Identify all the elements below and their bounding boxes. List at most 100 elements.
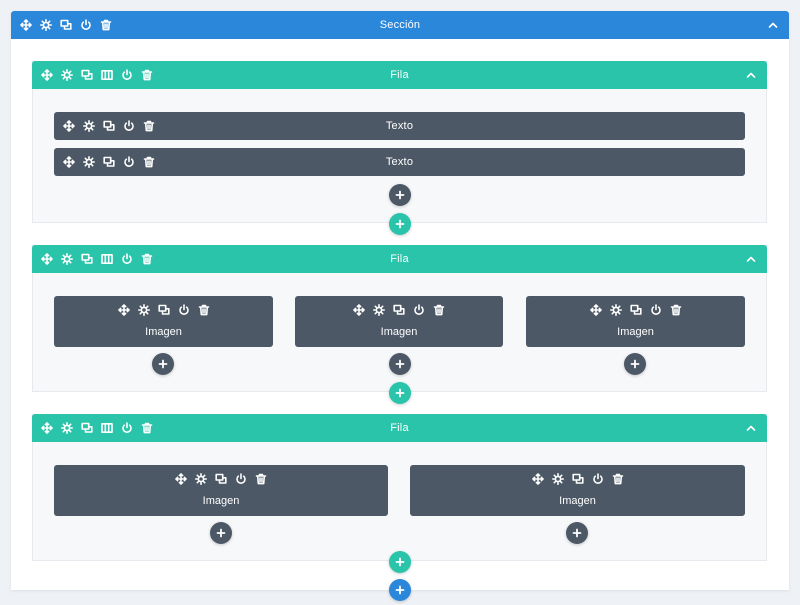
chevron-up-icon[interactable] — [745, 422, 757, 434]
row-toolbar — [41, 61, 153, 89]
module-label: Imagen — [559, 495, 596, 507]
settings-icon[interactable] — [195, 473, 207, 485]
move-icon[interactable] — [118, 304, 130, 316]
columns-icon[interactable] — [101, 69, 113, 81]
duplicate-icon[interactable] — [81, 69, 93, 81]
duplicate-icon[interactable] — [81, 253, 93, 265]
chevron-up-icon[interactable] — [745, 69, 757, 81]
trash-icon[interactable] — [141, 69, 153, 81]
section-container: Sección Fila Texto Texto Fila Imagen Ima… — [11, 11, 789, 601]
add-module-button[interactable] — [566, 522, 588, 544]
module-label: Imagen — [202, 495, 240, 507]
move-icon[interactable] — [41, 422, 53, 434]
row-header[interactable]: Fila — [32, 414, 767, 442]
add-module-button[interactable] — [389, 184, 411, 206]
move-icon[interactable] — [353, 304, 365, 316]
image-module[interactable]: Imagen — [54, 465, 388, 516]
add-module-button[interactable] — [624, 353, 646, 375]
image-module[interactable]: Imagen — [54, 296, 273, 347]
trash-icon[interactable] — [198, 304, 210, 316]
plus-icon — [395, 190, 405, 200]
settings-icon[interactable] — [61, 253, 73, 265]
settings-icon[interactable] — [83, 120, 95, 132]
trash-icon[interactable] — [670, 304, 682, 316]
module-label: Texto — [385, 120, 414, 132]
power-icon[interactable] — [121, 69, 133, 81]
move-icon[interactable] — [41, 69, 53, 81]
settings-icon[interactable] — [610, 304, 622, 316]
move-icon[interactable] — [41, 253, 53, 265]
move-icon[interactable] — [20, 19, 32, 31]
chevron-up-icon[interactable] — [745, 253, 757, 265]
add-row-button[interactable] — [389, 213, 411, 235]
section-title: Sección — [379, 19, 421, 31]
module-label: Imagen — [145, 326, 182, 338]
duplicate-icon[interactable] — [81, 422, 93, 434]
row-header[interactable]: Fila — [32, 61, 767, 89]
add-module-button[interactable] — [210, 522, 232, 544]
settings-icon[interactable] — [552, 473, 564, 485]
chevron-up-icon[interactable] — [767, 19, 779, 31]
module-label: Texto — [385, 156, 414, 168]
power-icon[interactable] — [650, 304, 662, 316]
image-module[interactable]: Imagen — [295, 296, 503, 347]
duplicate-icon[interactable] — [572, 473, 584, 485]
module-label: Imagen — [617, 326, 654, 338]
duplicate-icon[interactable] — [215, 473, 227, 485]
text-module[interactable]: Texto — [54, 148, 745, 176]
settings-icon[interactable] — [40, 19, 52, 31]
settings-icon[interactable] — [138, 304, 150, 316]
settings-icon[interactable] — [61, 422, 73, 434]
row-toolbar — [41, 414, 153, 442]
trash-icon[interactable] — [433, 304, 445, 316]
image-module[interactable]: Imagen — [410, 465, 745, 516]
duplicate-icon[interactable] — [158, 304, 170, 316]
text-module[interactable]: Texto — [54, 112, 745, 140]
trash-icon[interactable] — [141, 422, 153, 434]
power-icon[interactable] — [121, 422, 133, 434]
add-module-button[interactable] — [152, 353, 174, 375]
power-icon[interactable] — [178, 304, 190, 316]
power-icon[interactable] — [121, 253, 133, 265]
row-3: Fila Imagen Imagen — [32, 414, 767, 573]
power-icon[interactable] — [235, 473, 247, 485]
power-icon[interactable] — [592, 473, 604, 485]
duplicate-icon[interactable] — [60, 19, 72, 31]
power-icon[interactable] — [123, 120, 135, 132]
move-icon[interactable] — [63, 120, 75, 132]
add-row-button[interactable] — [389, 551, 411, 573]
move-icon[interactable] — [590, 304, 602, 316]
duplicate-icon[interactable] — [103, 156, 115, 168]
trash-icon[interactable] — [143, 120, 155, 132]
columns-icon[interactable] — [101, 422, 113, 434]
duplicate-icon[interactable] — [630, 304, 642, 316]
columns-icon[interactable] — [101, 253, 113, 265]
module-toolbar — [295, 304, 503, 316]
power-icon[interactable] — [123, 156, 135, 168]
settings-icon[interactable] — [83, 156, 95, 168]
settings-icon[interactable] — [373, 304, 385, 316]
move-icon[interactable] — [175, 473, 187, 485]
trash-icon[interactable] — [143, 156, 155, 168]
duplicate-icon[interactable] — [103, 120, 115, 132]
trash-icon[interactable] — [141, 253, 153, 265]
row-2: Fila Imagen Imagen Imagen — [32, 245, 767, 404]
section-header[interactable]: Sección — [11, 11, 789, 39]
move-icon[interactable] — [63, 156, 75, 168]
add-module-button[interactable] — [389, 353, 411, 375]
settings-icon[interactable] — [61, 69, 73, 81]
trash-icon[interactable] — [255, 473, 267, 485]
image-module[interactable]: Imagen — [526, 296, 745, 347]
plus-icon — [395, 388, 405, 398]
trash-icon[interactable] — [100, 19, 112, 31]
trash-icon[interactable] — [612, 473, 624, 485]
add-row-button[interactable] — [389, 382, 411, 404]
duplicate-icon[interactable] — [393, 304, 405, 316]
add-section-button[interactable] — [389, 579, 411, 601]
power-icon[interactable] — [413, 304, 425, 316]
row-header[interactable]: Fila — [32, 245, 767, 273]
module-toolbar — [410, 473, 745, 485]
move-icon[interactable] — [532, 473, 544, 485]
power-icon[interactable] — [80, 19, 92, 31]
plus-icon — [395, 359, 405, 369]
